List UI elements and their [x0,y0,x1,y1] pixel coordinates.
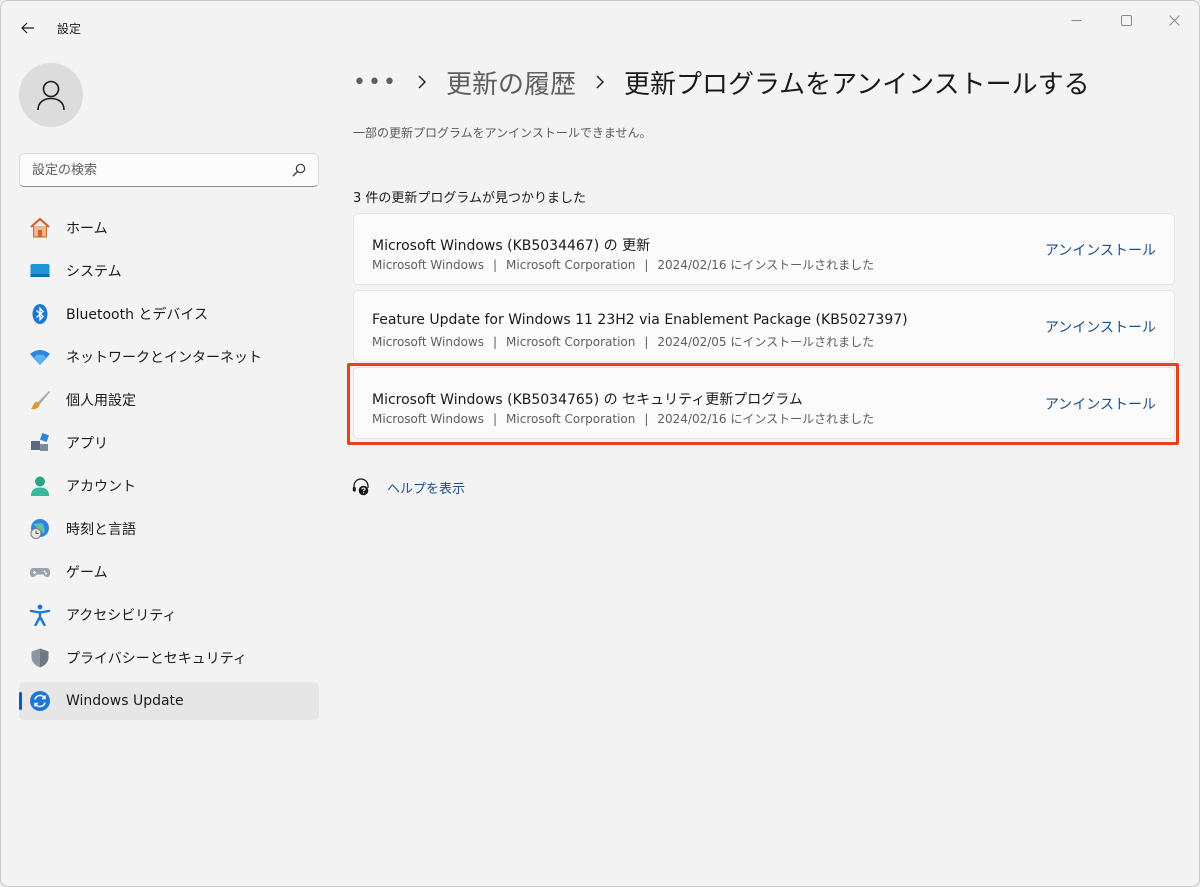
back-button[interactable] [13,13,43,43]
account-icon [29,475,51,497]
sidebar-item-accessibility[interactable]: アクセシビリティ [19,596,319,634]
sidebar-item-label: ネットワークとインターネット [66,350,262,366]
update-product: Microsoft Windows [372,258,484,272]
minimize-icon [1071,19,1081,21]
update-meta: Microsoft Windows | Microsoft Corporation |… [372,333,874,350]
sidebar-item-gaming[interactable]: ゲーム [19,553,319,591]
breadcrumb: ••• 更新の履歴 更新プログラムをアンインストールする [353,61,1090,103]
title-bar: 設定 [1,1,1199,51]
maximize-icon [1120,14,1132,26]
help-link[interactable]: ヘルプを表示 [387,478,465,497]
sidebar-item-time-language[interactable]: 時刻と言語 [19,510,319,548]
update-item: Microsoft Windows (KB5034765) の セキュリティ更新… [353,367,1175,439]
sidebar-item-privacy-security[interactable]: プライバシーとセキュリティ [19,639,319,677]
bluetooth-icon [29,303,51,325]
get-help[interactable]: ヘルプを表示 [351,477,465,497]
uninstall-note: 一部の更新プログラムをアンインストールできません。 [353,126,652,140]
close-icon [1168,14,1180,26]
sidebar-item-apps[interactable]: アプリ [19,424,319,462]
wifi-icon [29,346,51,368]
breadcrumb-more-button[interactable]: ••• [353,70,398,95]
update-item: Feature Update for Windows 11 23H2 via E… [353,290,1175,362]
update-name: Feature Update for Windows 11 23H2 via E… [372,312,908,328]
meta-separator: | [493,258,498,272]
maximize-button[interactable] [1103,5,1149,35]
brush-icon [29,389,51,411]
sidebar-item-label: 個人用設定 [66,393,136,409]
accessibility-icon [29,604,51,626]
uninstall-button[interactable]: アンインストール [1045,240,1156,260]
uninstall-button[interactable]: アンインストール [1045,394,1156,414]
meta-separator: | [493,335,498,349]
update-install-date: 2024/02/05 にインストールされました [657,335,875,349]
update-product: Microsoft Windows [372,412,484,426]
sidebar-item-label: Windows Update [66,693,184,709]
sidebar-item-bluetooth[interactable]: Bluetooth とデバイス [19,295,319,333]
meta-separator: | [644,335,649,349]
update-install-date: 2024/02/16 にインストールされました [657,412,875,426]
sidebar-item-windows-update[interactable]: Windows Update [19,682,319,720]
arrow-left-icon [21,22,34,34]
apps-icon [29,432,51,454]
search-icon[interactable] [292,163,306,177]
sidebar-item-label: アカウント [66,479,136,495]
sidebar-item-network[interactable]: ネットワークとインターネット [19,338,319,376]
settings-search-input[interactable] [20,154,282,186]
sidebar-item-label: 時刻と言語 [66,522,136,538]
sync-icon [29,690,51,712]
display-icon [29,260,51,282]
meta-separator: | [644,258,649,272]
shield-icon [29,647,51,669]
chevron-right-icon [594,74,606,90]
gamepad-icon [29,561,51,583]
sidebar-item-home[interactable]: ホーム [19,209,319,247]
sidebar-item-label: ホーム [66,221,108,237]
update-publisher: Microsoft Corporation [506,258,636,272]
update-meta: Microsoft Windows | Microsoft Corporation |… [372,256,874,273]
selection-indicator [19,692,22,710]
person-icon [37,80,65,111]
minimize-button[interactable] [1053,5,1099,35]
sidebar-nav: ホーム システム Bluetooth とデバイス ネットワークとインターネット … [19,209,319,725]
update-count: 3 件の更新プログラムが見つかりました [353,191,587,206]
app-title: 設定 [57,22,82,36]
settings-window: 設定 設定の検索 ホーム システム Bluetooth とデバイス ネットワーク… [0,0,1200,887]
globe-clock-icon [29,518,51,540]
update-publisher: Microsoft Corporation [506,412,636,426]
user-avatar[interactable] [19,63,83,127]
sidebar-item-label: アクセシビリティ [66,608,177,624]
sidebar-item-system[interactable]: システム [19,252,319,290]
settings-search-box [19,153,319,187]
uninstall-button[interactable]: アンインストール [1045,317,1156,337]
sidebar-item-label: システム [66,264,122,280]
page-title: 更新プログラムをアンインストールする [623,69,1090,100]
update-publisher: Microsoft Corporation [506,335,636,349]
sidebar-item-personalization[interactable]: 個人用設定 [19,381,319,419]
update-item: Microsoft Windows (KB5034467) の 更新 Micro… [353,213,1175,285]
meta-separator: | [493,412,498,426]
help-headset-icon [351,477,371,497]
sidebar-item-label: アプリ [66,436,108,452]
sidebar-item-accounts[interactable]: アカウント [19,467,319,505]
chevron-right-icon [416,74,428,90]
meta-separator: | [644,412,649,426]
update-product: Microsoft Windows [372,335,484,349]
sidebar-item-label: ゲーム [66,565,108,581]
update-meta: Microsoft Windows | Microsoft Corporation |… [372,410,874,427]
update-list: Microsoft Windows (KB5034467) の 更新 Micro… [353,213,1175,444]
sidebar-item-label: Bluetooth とデバイス [66,307,208,323]
close-button[interactable] [1151,5,1197,35]
home-icon [29,217,51,239]
sidebar-item-label: プライバシーとセキュリティ [66,651,247,667]
breadcrumb-update-history[interactable]: 更新の履歴 [446,64,576,101]
update-install-date: 2024/02/16 にインストールされました [657,258,875,272]
update-name: Microsoft Windows (KB5034765) の セキュリティ更新… [372,392,803,408]
update-name: Microsoft Windows (KB5034467) の 更新 [372,238,651,254]
